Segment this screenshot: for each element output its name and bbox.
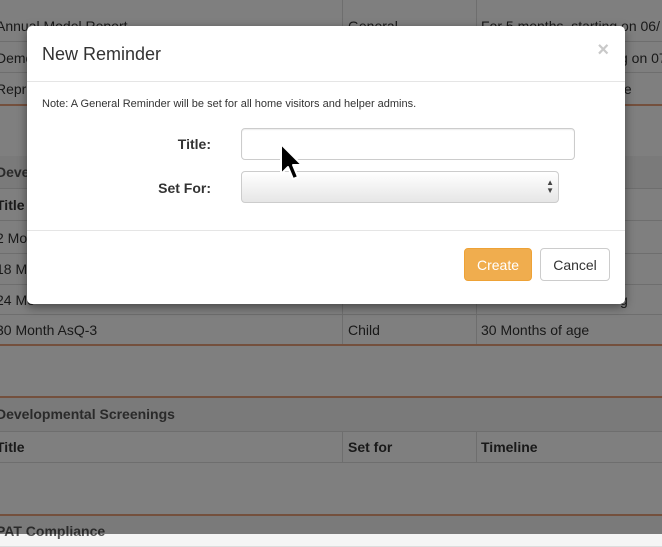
create-button[interactable]: Create bbox=[464, 248, 532, 281]
set-for-label: Set For: bbox=[158, 180, 211, 196]
title-label: Title: bbox=[177, 136, 211, 152]
close-icon[interactable]: × bbox=[597, 40, 609, 60]
new-reminder-dialog: New Reminder × Note: A General Reminder … bbox=[27, 26, 625, 304]
mouse-pointer-icon bbox=[280, 143, 303, 180]
chevron-updown-icon: ▲ ▼ bbox=[546, 179, 554, 195]
modal-footer: Create Cancel bbox=[27, 230, 625, 305]
arrow-down-icon: ▼ bbox=[546, 186, 554, 195]
modal-header: New Reminder × bbox=[27, 26, 625, 82]
modal-note: Note: A General Reminder will be set for… bbox=[42, 98, 417, 110]
cancel-button[interactable]: Cancel bbox=[540, 248, 610, 281]
modal-title: New Reminder bbox=[42, 44, 162, 64]
